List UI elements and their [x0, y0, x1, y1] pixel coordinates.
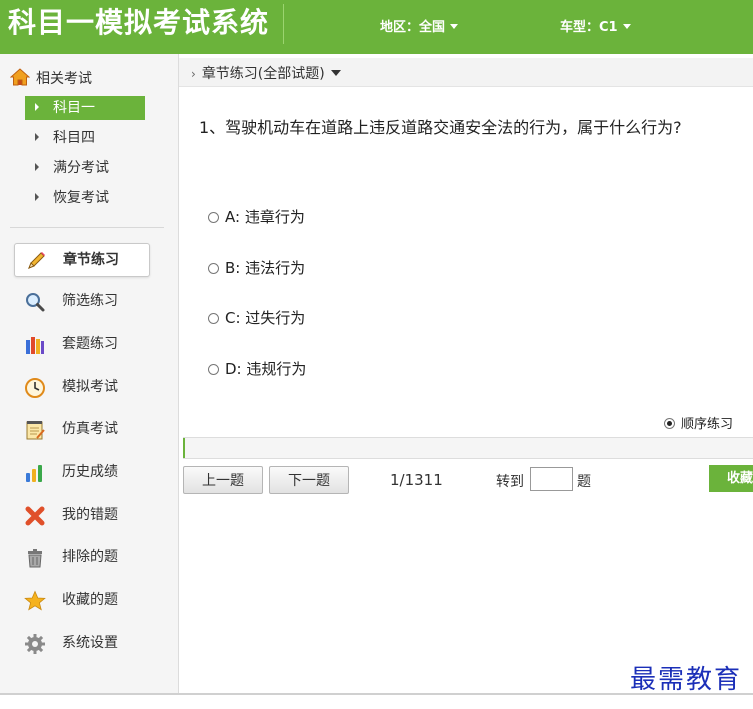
- radio-button[interactable]: [208, 313, 219, 324]
- watermark: 最需教育: [630, 665, 743, 695]
- bar-chart-icon: [26, 465, 42, 482]
- radio-button-selected[interactable]: [664, 418, 675, 429]
- nav-label: 我的错题: [62, 507, 118, 523]
- exam-item-km4[interactable]: 科目四: [25, 126, 145, 150]
- nav-label: 套题练习: [62, 336, 118, 352]
- cartype-label: 车型：C1: [560, 20, 618, 35]
- caret-right-icon: [35, 133, 39, 141]
- chevron-right-icon: ›: [191, 67, 196, 81]
- option-label: C: 过失行为: [225, 309, 306, 327]
- mode-label: 顺序练习: [681, 417, 734, 432]
- cartype-selector[interactable]: 车型：C1: [560, 16, 631, 35]
- exam-item-label: 科目四: [53, 130, 95, 146]
- breadcrumb-bar: › 章节练习(全部试题): [179, 58, 753, 87]
- region-label: 地区：全国: [380, 20, 446, 35]
- nav-label: 系统设置: [62, 635, 118, 651]
- exam-item-full-score[interactable]: 满分考试: [25, 156, 145, 180]
- home-icon: [10, 68, 30, 86]
- option-label: B: 违法行为: [225, 259, 306, 277]
- trash-icon: [28, 549, 42, 568]
- next-question-button[interactable]: 下一题: [269, 466, 349, 494]
- nav-my-mistakes[interactable]: 我的错题: [14, 499, 148, 531]
- sequential-mode-option[interactable]: 顺序练习: [664, 413, 733, 432]
- nav-label: 模拟考试: [62, 379, 118, 395]
- top-bar: 科目一模拟考试系统 地区：全国 车型：C1: [0, 0, 753, 54]
- caret-right-icon: [35, 103, 39, 111]
- radio-button[interactable]: [208, 364, 219, 375]
- notepad-icon: [26, 421, 45, 440]
- nav-chapter-practice[interactable]: 章节练习: [14, 243, 150, 277]
- clock-icon: [25, 378, 45, 398]
- option-label: A: 违章行为: [225, 208, 305, 226]
- x-mark-icon: [25, 506, 45, 526]
- answer-option-b[interactable]: B: 违法行为: [208, 257, 305, 278]
- sidebar-divider: [10, 227, 164, 228]
- exam-item-km1[interactable]: 科目一: [25, 96, 145, 120]
- app-title: 科目一模拟考试系统: [8, 6, 270, 39]
- nav-filter-practice[interactable]: 筛选练习: [14, 285, 148, 317]
- goto-label: 转到: [496, 474, 524, 490]
- region-selector[interactable]: 地区：全国: [380, 16, 459, 35]
- nav-simulated-exam[interactable]: 仿真考试: [14, 413, 148, 445]
- nav-set-practice[interactable]: 套题练习: [14, 328, 148, 360]
- nav-label: 历史成绩: [62, 464, 118, 480]
- caret-right-icon: [35, 163, 39, 171]
- exam-item-restore[interactable]: 恢复考试: [25, 186, 145, 210]
- nav-label: 章节练习: [63, 252, 119, 268]
- books-icon: [26, 337, 44, 354]
- magnifier-icon: [26, 293, 45, 312]
- chevron-down-icon: [622, 24, 631, 29]
- goto-unit-label: 题: [577, 474, 591, 490]
- prev-question-button[interactable]: 上一题: [183, 466, 263, 494]
- answer-option-c[interactable]: C: 过失行为: [208, 307, 305, 328]
- pencil-icon: [28, 252, 45, 269]
- related-exams-heading: 相关考试: [10, 68, 92, 88]
- related-exams-label: 相关考试: [36, 71, 92, 87]
- radio-button[interactable]: [208, 263, 219, 274]
- breadcrumb-label: 章节练习(全部试题): [201, 66, 325, 82]
- chevron-down-icon: [450, 24, 459, 29]
- question-text: 1、驾驶机动车在道路上违反道路交通安全法的行为，属于什么行为?: [199, 118, 682, 137]
- nav-label: 仿真考试: [62, 421, 118, 437]
- nav-label: 筛选练习: [62, 293, 118, 309]
- nav-mock-exam[interactable]: 模拟考试: [14, 371, 148, 403]
- nav-label: 排除的题: [62, 549, 118, 565]
- header-divider: [283, 4, 284, 44]
- favorite-button[interactable]: 收藏: [709, 465, 753, 492]
- sidebar: 相关考试 科目一 科目四 满分考试 恢复考试 章节练习 筛选练习 套题练习 模拟…: [0, 54, 179, 694]
- exam-item-label: 满分考试: [53, 160, 109, 176]
- star-icon: [24, 590, 46, 611]
- nav-favorites[interactable]: 收藏的题: [14, 584, 148, 616]
- exam-item-label: 恢复考试: [53, 190, 109, 206]
- option-label: D: 违规行为: [225, 360, 307, 378]
- radio-button[interactable]: [208, 212, 219, 223]
- progress-fill: [183, 438, 185, 458]
- nav-excluded[interactable]: 排除的题: [14, 541, 148, 573]
- goto-question-input[interactable]: [530, 467, 573, 491]
- caret-right-icon: [35, 193, 39, 201]
- nav-label: 收藏的题: [62, 592, 118, 608]
- dropdown-caret-icon: [330, 70, 341, 76]
- nav-history-scores[interactable]: 历史成绩: [14, 456, 148, 488]
- nav-system-settings[interactable]: 系统设置: [14, 627, 148, 659]
- exam-item-label: 科目一: [53, 100, 95, 116]
- gear-icon: [25, 634, 45, 654]
- answer-option-a[interactable]: A: 违章行为: [208, 206, 305, 227]
- progress-bar: [183, 437, 753, 459]
- breadcrumb[interactable]: › 章节练习(全部试题): [191, 63, 341, 83]
- question-counter: 1/1311: [390, 471, 443, 489]
- answer-option-d[interactable]: D: 违规行为: [208, 358, 306, 379]
